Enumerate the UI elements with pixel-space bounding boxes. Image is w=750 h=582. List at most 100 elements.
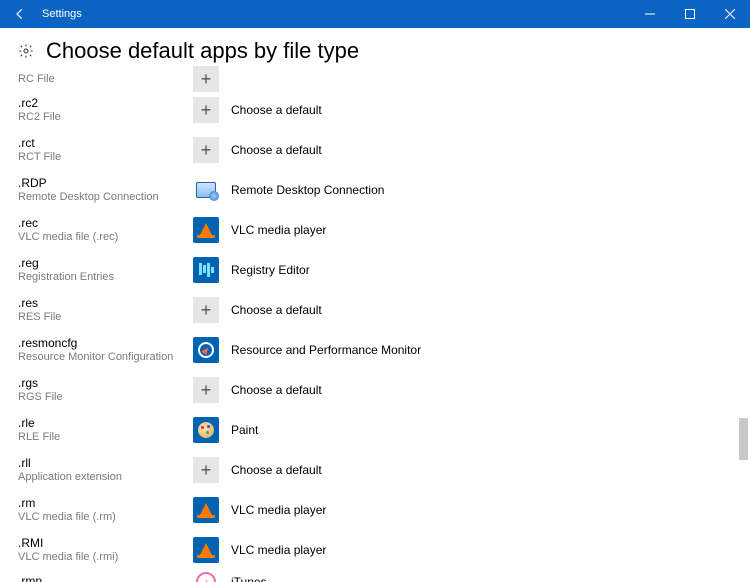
close-button[interactable] <box>710 0 750 28</box>
file-type-cell: .rc2RC2 File <box>18 97 193 123</box>
app-selector[interactable]: + Choose a default <box>193 137 322 163</box>
plus-icon: + <box>193 66 219 92</box>
back-button[interactable] <box>0 0 40 28</box>
app-selector[interactable]: ♪ iTunes <box>193 569 267 582</box>
file-type-row: .rmVLC media file (.rm) VLC media player <box>18 490 732 530</box>
file-type-cell: .regRegistration Entries <box>18 257 193 283</box>
page-heading-row: Choose default apps by file type <box>18 38 732 64</box>
remote-desktop-icon <box>193 177 219 203</box>
file-type-row: .rgsRGS File+Choose a default <box>18 370 732 410</box>
minimize-button[interactable] <box>630 0 670 28</box>
file-type-row: .rc2RC2 File+Choose a default <box>18 90 732 130</box>
plus-icon: + <box>193 137 219 163</box>
file-extension: .RDP <box>18 177 185 191</box>
file-type-list: RC File+.rc2RC2 File+Choose a default.rc… <box>18 68 732 582</box>
file-type-cell: .rctRCT File <box>18 137 193 163</box>
page-heading: Choose default apps by file type <box>46 38 359 64</box>
app-selector[interactable]: VLC media player <box>193 217 326 243</box>
file-type-cell: .rmp <box>18 575 193 582</box>
app-selector[interactable]: Remote Desktop Connection <box>193 177 384 203</box>
file-description: RGS File <box>18 391 185 404</box>
app-selector[interactable]: VLC media player <box>193 537 326 563</box>
app-label: Remote Desktop Connection <box>231 183 384 197</box>
app-label: VLC media player <box>231 223 326 237</box>
performance-monitor-icon <box>193 337 219 363</box>
file-type-row: RC File + <box>18 68 732 90</box>
plus-icon: + <box>193 297 219 323</box>
file-type-row: .rleRLE File Paint <box>18 410 732 450</box>
file-description: VLC media file (.rec) <box>18 231 185 244</box>
scrollbar-thumb[interactable] <box>739 418 748 460</box>
app-label: VLC media player <box>231 543 326 557</box>
file-type-row: .rllApplication extension+Choose a defau… <box>18 450 732 490</box>
vlc-icon <box>193 217 219 243</box>
app-label: Choose a default <box>231 143 322 157</box>
file-type-cell: .resmoncfgResource Monitor Configuration <box>18 337 193 363</box>
app-selector[interactable]: Resource and Performance Monitor <box>193 337 421 363</box>
maximize-button[interactable] <box>670 0 710 28</box>
app-selector[interactable]: + <box>193 66 219 92</box>
file-description: RC File <box>18 73 185 86</box>
vlc-icon <box>193 537 219 563</box>
file-description: Resource Monitor Configuration <box>18 351 185 364</box>
plus-icon: + <box>193 457 219 483</box>
file-description: Application extension <box>18 471 185 484</box>
file-extension: .rm <box>18 497 185 511</box>
file-type-cell: .rleRLE File <box>18 417 193 443</box>
app-selector[interactable]: +Choose a default <box>193 97 322 123</box>
file-description: VLC media file (.rm) <box>18 511 185 524</box>
file-type-row: .resRES File+Choose a default <box>18 290 732 330</box>
file-extension: .rgs <box>18 377 185 391</box>
app-selector[interactable]: Paint <box>193 417 258 443</box>
window-title: Settings <box>42 8 82 20</box>
file-type-row: .recVLC media file (.rec) VLC media playe… <box>18 210 732 250</box>
file-type-cell: .rmVLC media file (.rm) <box>18 497 193 523</box>
file-type-row: .RDPRemote Desktop ConnectionRemote Desk… <box>18 170 732 210</box>
file-description: Remote Desktop Connection <box>18 191 185 204</box>
file-type-row: .regRegistration Entries Registry Editor <box>18 250 732 290</box>
paint-icon <box>193 417 219 443</box>
app-label: iTunes <box>231 575 267 582</box>
app-label: Choose a default <box>231 303 322 317</box>
app-selector[interactable]: Registry Editor <box>193 257 310 283</box>
content-area: Choose default apps by file type RC File… <box>0 28 750 582</box>
app-label: Paint <box>231 423 258 437</box>
file-type-cell: .recVLC media file (.rec) <box>18 217 193 243</box>
file-description: RC2 File <box>18 111 185 124</box>
file-type-cell: RC File <box>18 73 193 86</box>
file-description: RCT File <box>18 151 185 164</box>
file-extension: .res <box>18 297 185 311</box>
file-extension: .rmp <box>18 575 185 582</box>
app-label: Registry Editor <box>231 263 310 277</box>
file-extension: .rle <box>18 417 185 431</box>
file-type-cell: .rllApplication extension <box>18 457 193 483</box>
file-extension: .reg <box>18 257 185 271</box>
app-selector[interactable]: VLC media player <box>193 497 326 523</box>
file-type-cell: .RDPRemote Desktop Connection <box>18 177 193 203</box>
itunes-icon: ♪ <box>193 569 219 582</box>
file-extension: .rct <box>18 137 185 151</box>
file-description: VLC media file (.rmi) <box>18 551 185 564</box>
app-selector[interactable]: + Choose a default <box>193 297 322 323</box>
app-label: Choose a default <box>231 383 322 397</box>
titlebar: Settings <box>0 0 750 28</box>
file-description: Registration Entries <box>18 271 185 284</box>
vlc-icon <box>193 497 219 523</box>
app-label: Choose a default <box>231 103 322 117</box>
app-selector[interactable]: +Choose a default <box>193 457 322 483</box>
file-type-cell: .rgsRGS File <box>18 377 193 403</box>
file-type-row: .resmoncfgResource Monitor Configuration… <box>18 330 732 370</box>
app-selector[interactable]: + Choose a default <box>193 377 322 403</box>
app-label: VLC media player <box>231 503 326 517</box>
file-extension: .resmoncfg <box>18 337 185 351</box>
file-extension: .RMI <box>18 537 185 551</box>
file-extension: .rll <box>18 457 185 471</box>
file-type-cell: .RMIVLC media file (.rmi) <box>18 537 193 563</box>
gear-icon <box>18 43 34 59</box>
plus-icon: + <box>193 377 219 403</box>
file-extension: .rec <box>18 217 185 231</box>
app-label: Resource and Performance Monitor <box>231 343 421 357</box>
file-extension: .rc2 <box>18 97 185 111</box>
file-description: RLE File <box>18 431 185 444</box>
scrollbar[interactable] <box>739 68 748 578</box>
